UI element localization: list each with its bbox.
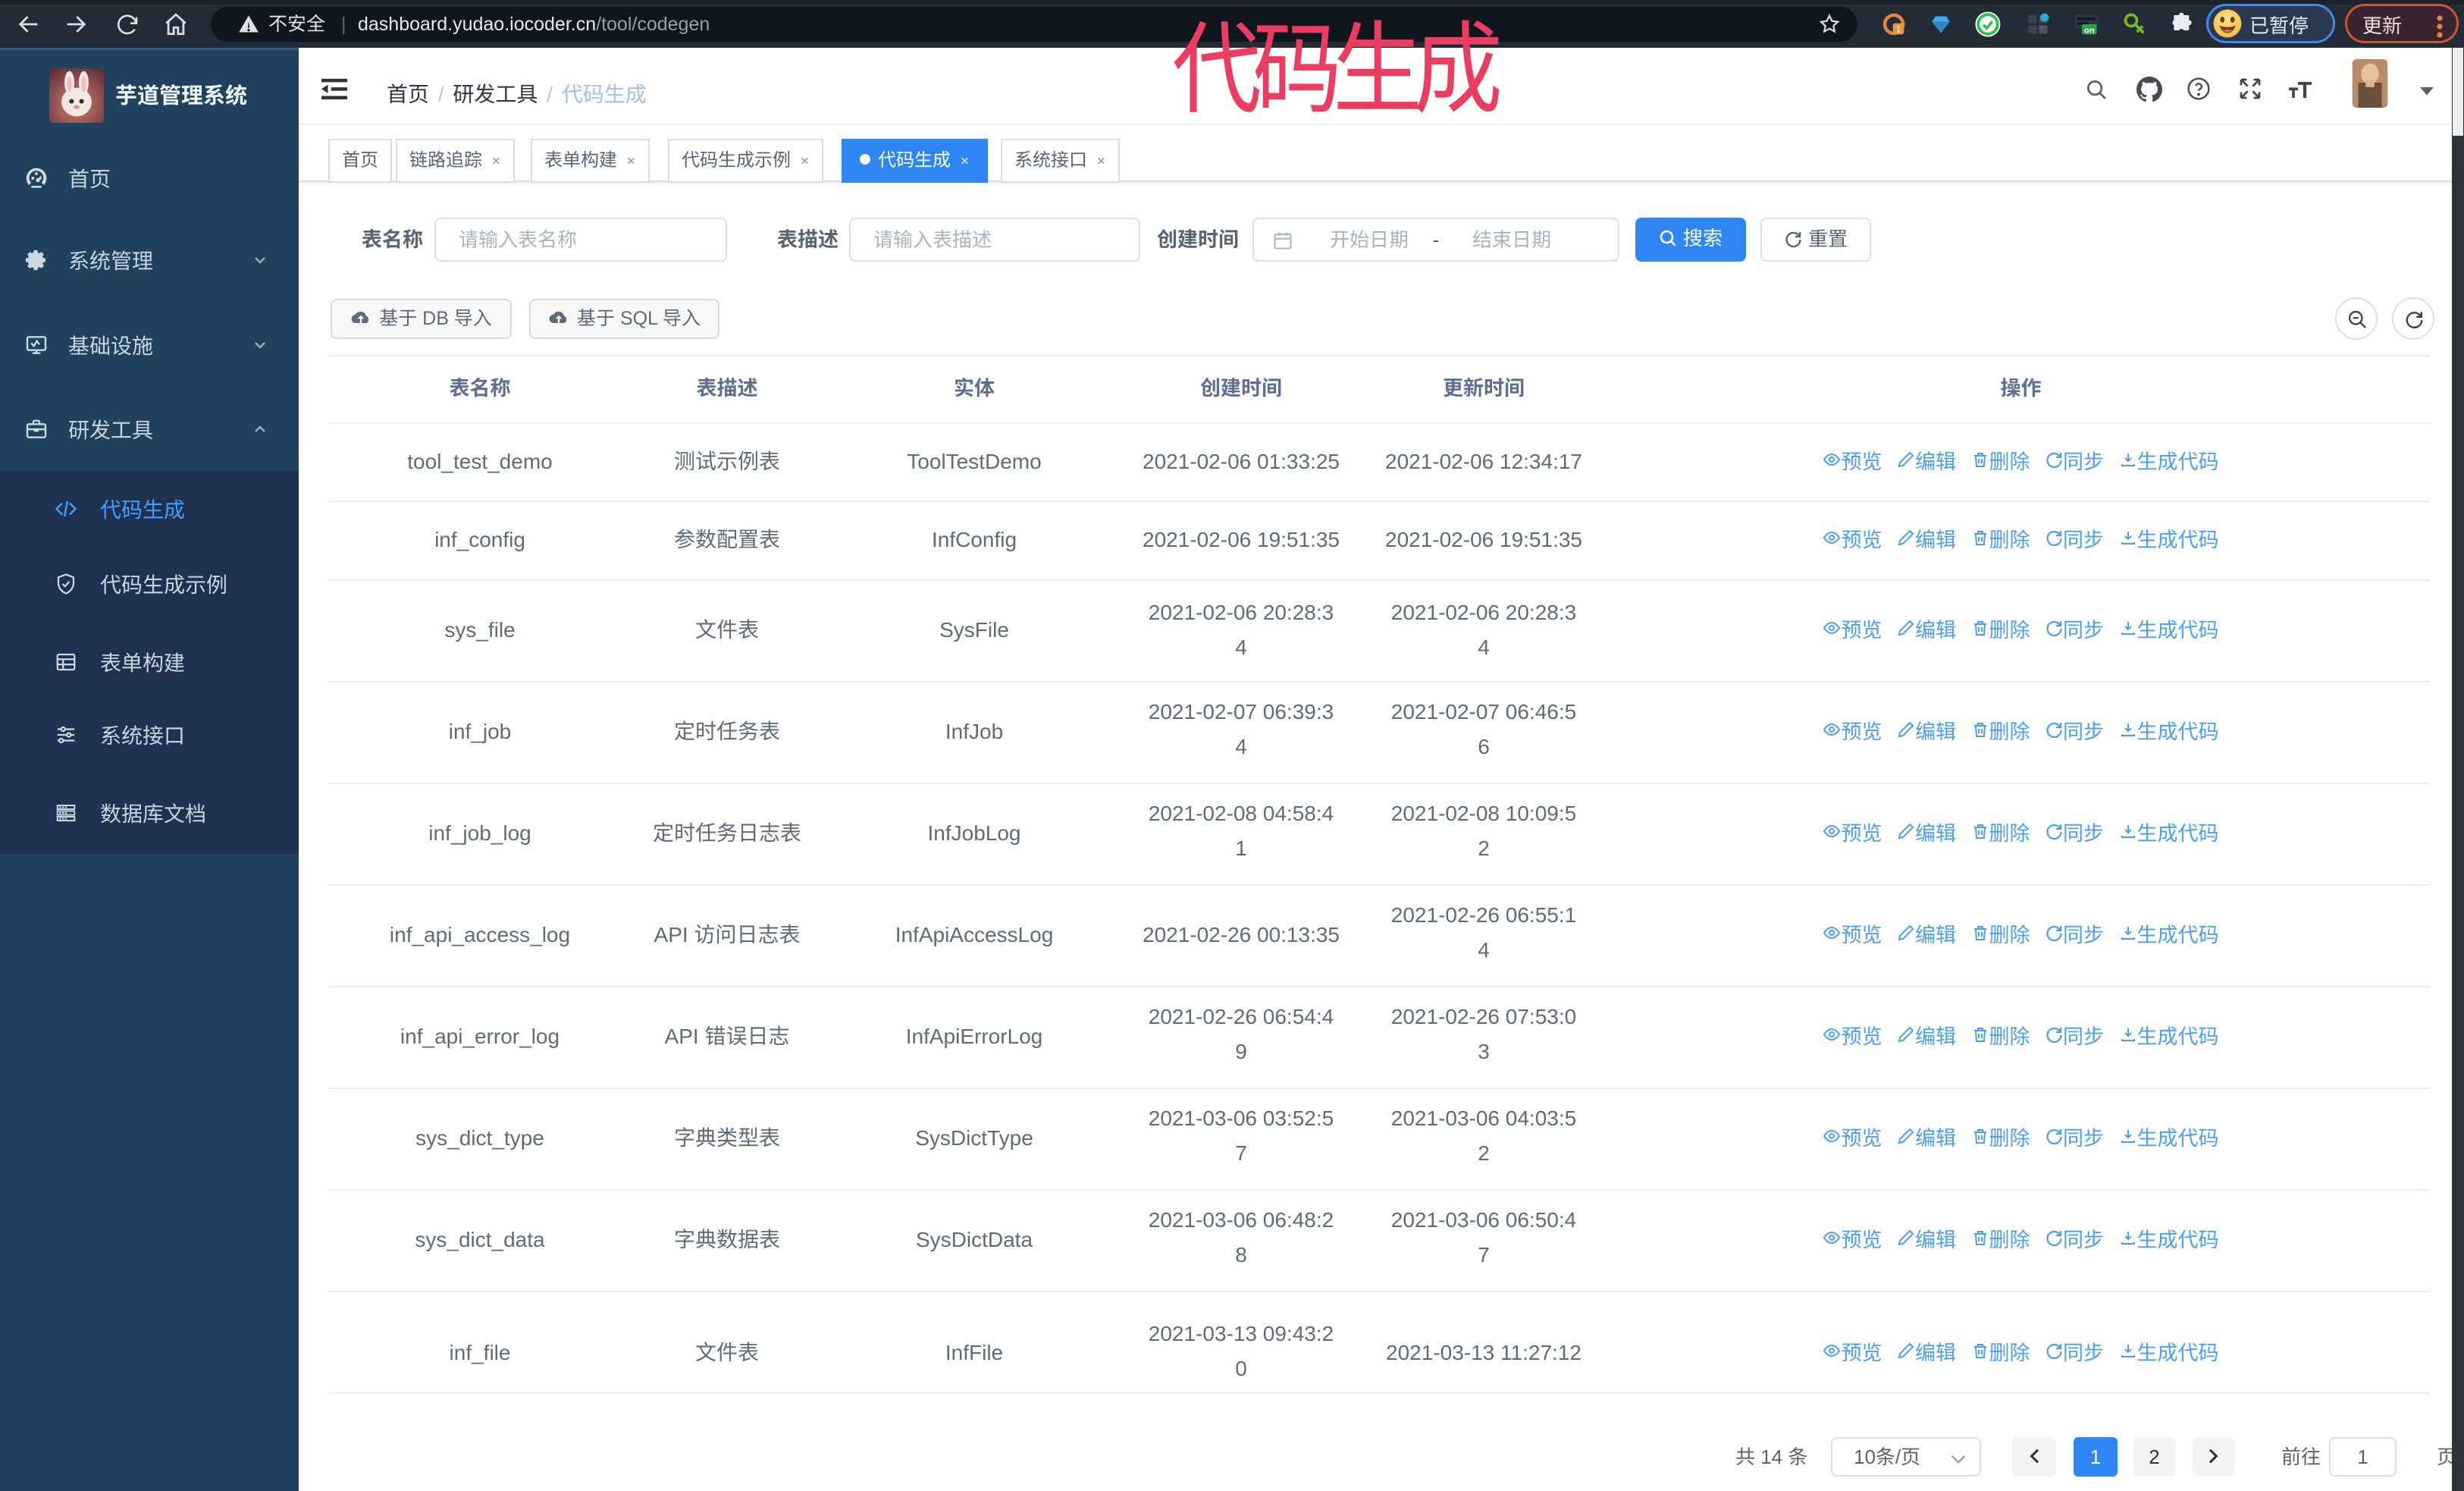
svg-text:on: on [2084,26,2095,35]
svg-text:1: 1 [1896,24,1901,34]
